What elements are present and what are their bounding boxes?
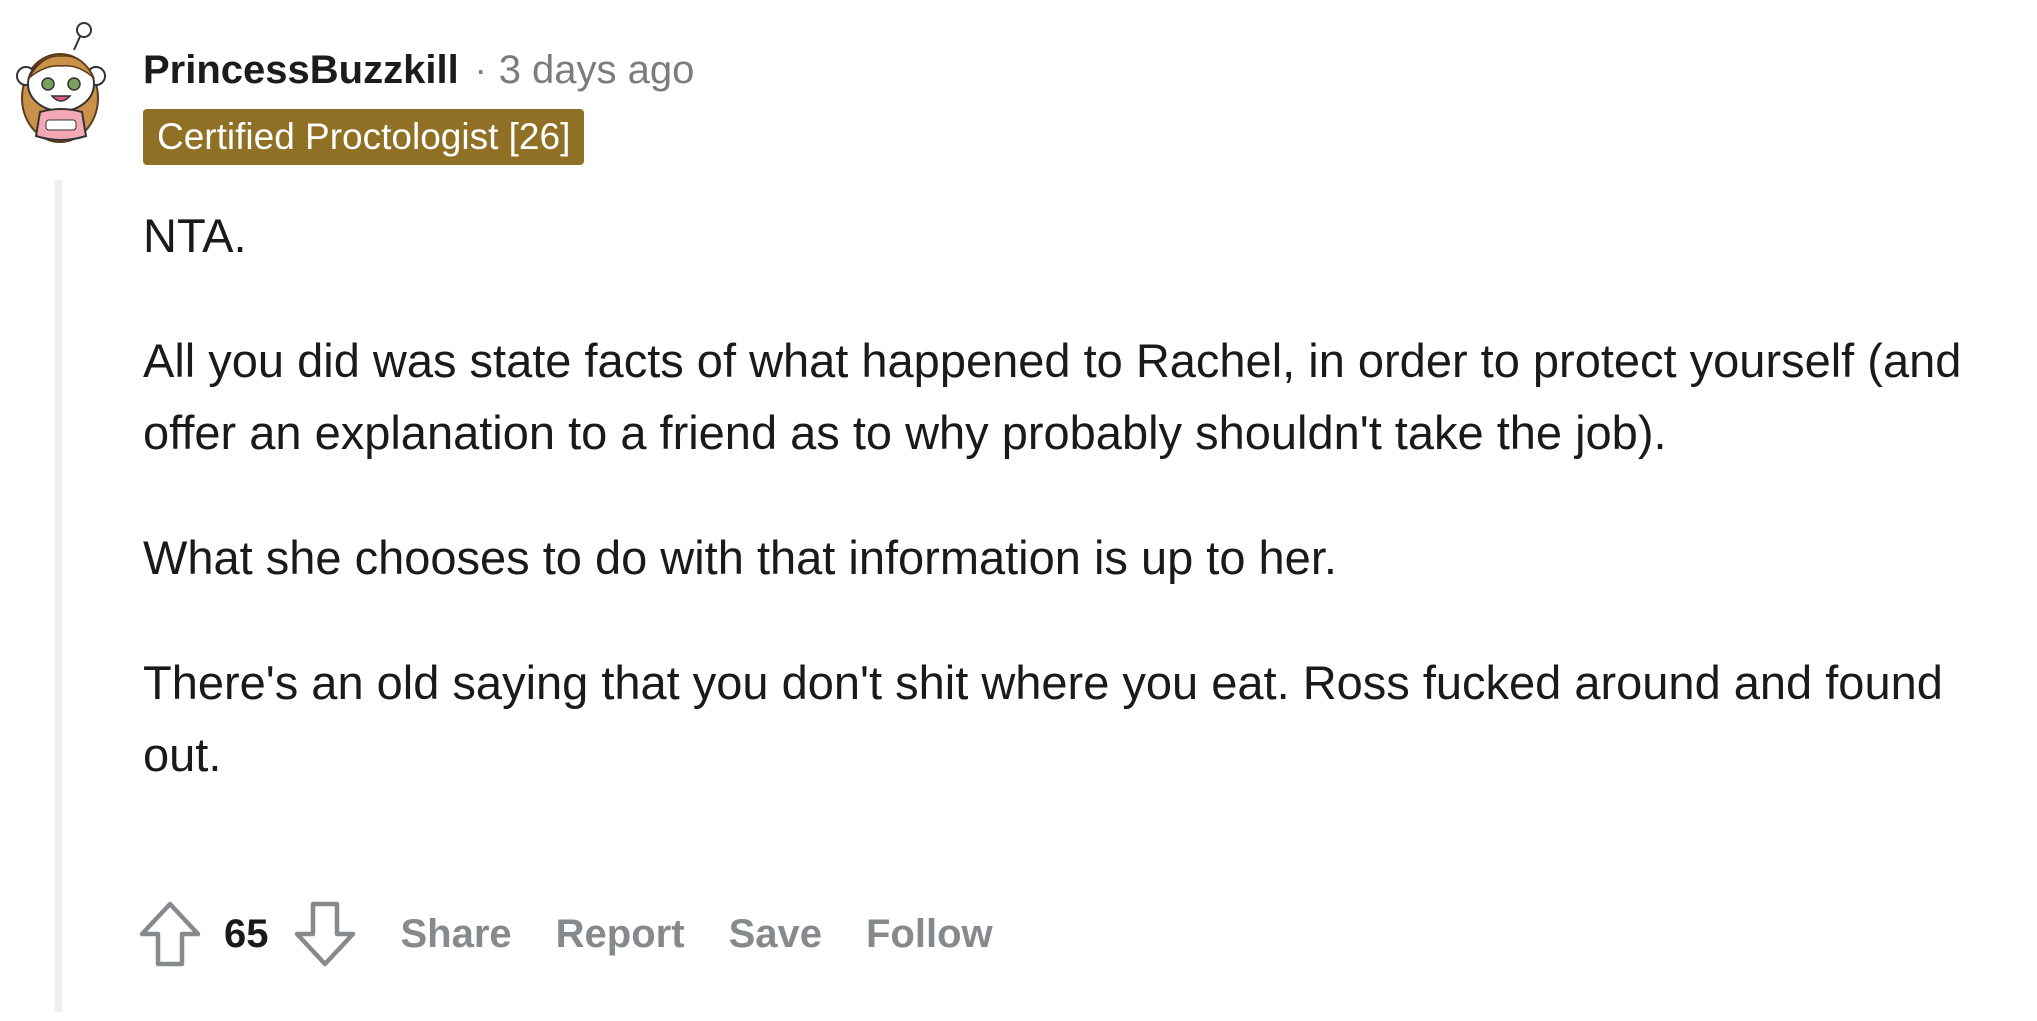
comment-paragraph: What she chooses to do with that informa… [143,531,1337,584]
upvote-arrow-icon[interactable] [136,898,204,970]
comment: PrincessBuzzkill · 3 days ago Certified … [0,0,2037,1021]
separator-dot: · [474,49,487,90]
save-button[interactable]: Save [729,912,822,957]
share-button[interactable]: Share [401,912,512,957]
downvote-arrow-icon[interactable] [291,898,359,970]
user-flair-badge: Certified Proctologist [26] [143,109,585,165]
comment-actions-bar: 65 Share Report Save Follow [136,898,993,970]
username-link[interactable]: PrincessBuzzkill [143,48,459,93]
comment-paragraph: There's an old saying that you don't shi… [143,656,1943,781]
report-button[interactable]: Report [556,912,685,957]
comment-paragraph: NTA. [143,209,247,262]
vote-score: 65 [224,911,269,956]
comment-paragraph: All you did was state facts of what happ… [143,334,1962,459]
thread-collapse-line[interactable] [55,180,62,1012]
comment-header: PrincessBuzzkill · 3 days ago [143,40,694,100]
user-avatar[interactable] [12,20,112,150]
comment-body: NTA. All you did was state facts of what… [143,200,1993,844]
follow-button[interactable]: Follow [866,912,993,957]
timestamp-link[interactable]: 3 days ago [499,48,695,93]
